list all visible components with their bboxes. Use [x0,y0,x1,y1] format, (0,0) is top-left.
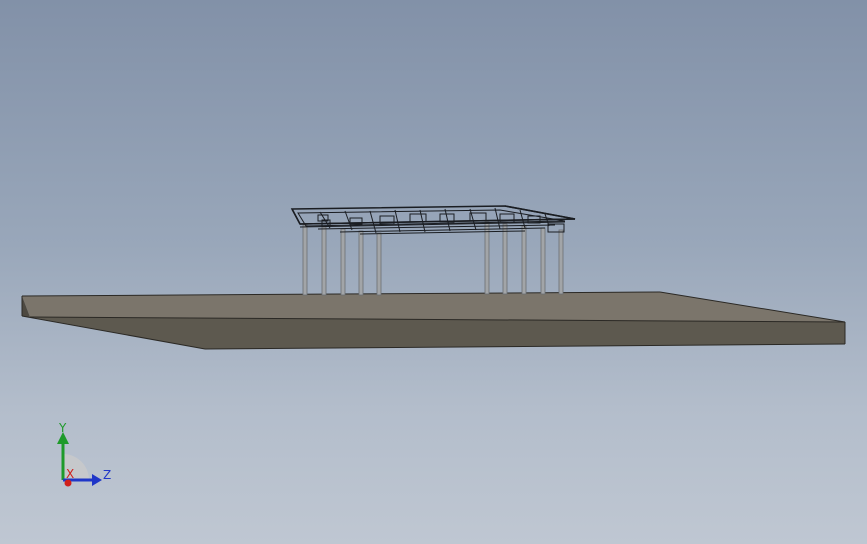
roof-frame[interactable] [290,205,576,235]
column[interactable] [321,226,327,296]
column[interactable] [358,230,364,296]
slab-front-face [30,317,845,349]
model-viewport[interactable]: Y Z X [0,0,867,544]
column[interactable] [502,223,508,295]
column[interactable] [558,229,564,295]
column[interactable] [540,227,546,295]
column[interactable] [376,232,382,296]
slab[interactable] [21,291,846,350]
z-axis-label: Z [103,468,111,482]
x-axis-label: X [66,467,74,481]
column[interactable] [484,221,490,295]
column[interactable] [302,224,308,296]
column[interactable] [521,225,527,295]
y-axis-label: Y [58,421,67,435]
column[interactable] [340,228,346,296]
axis-triad[interactable]: Y Z X [57,421,111,487]
z-axis-arrow [92,474,102,486]
